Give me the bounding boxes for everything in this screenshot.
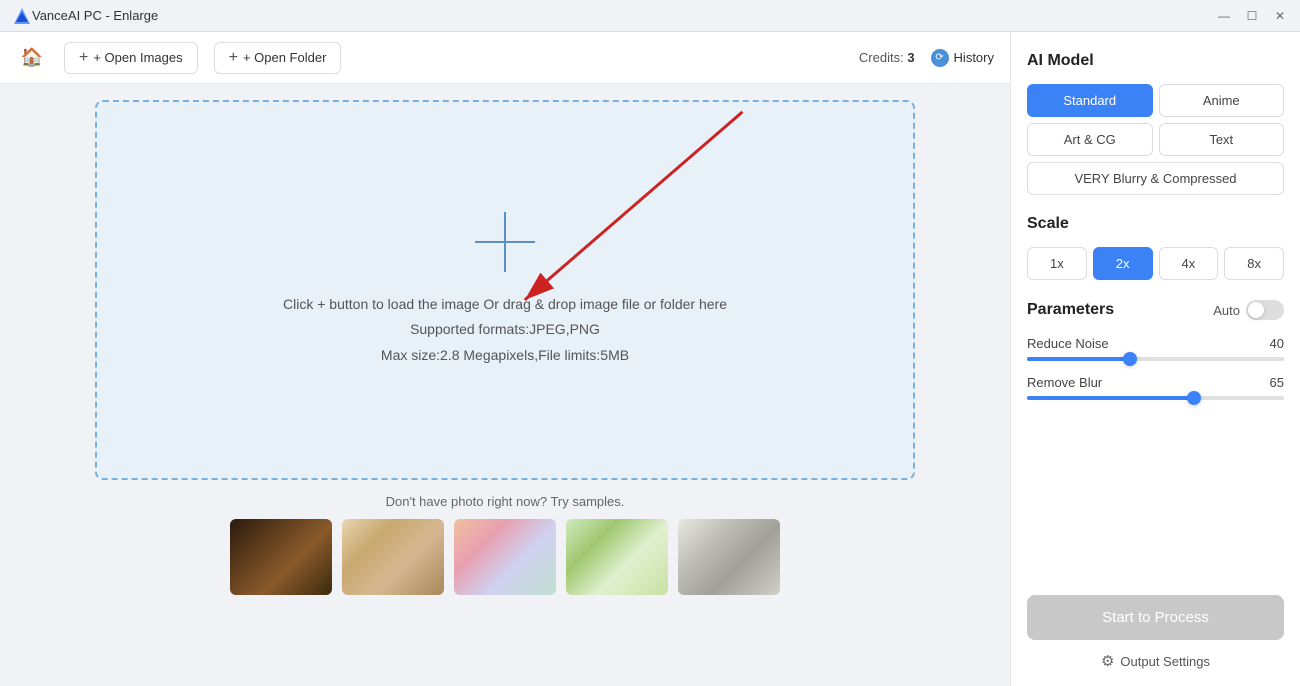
remove-blur-thumb[interactable]: [1187, 391, 1201, 405]
plus-icon: +: [79, 49, 88, 67]
scale-1x-button[interactable]: 1x: [1027, 247, 1087, 280]
scale-2x-button[interactable]: 2x: [1093, 247, 1153, 280]
sample-image-1[interactable]: [230, 519, 332, 595]
remove-blur-slider[interactable]: [1027, 396, 1284, 400]
app-logo: [12, 6, 32, 26]
scale-8x-button[interactable]: 8x: [1224, 247, 1284, 280]
ai-model-title: AI Model: [1027, 52, 1284, 70]
model-veryblurry-button[interactable]: VERY Blurry & Compressed: [1027, 162, 1284, 195]
credits-value: 3: [907, 50, 914, 65]
reduce-noise-label-row: Reduce Noise 40: [1027, 336, 1284, 351]
sample-image-3[interactable]: [454, 519, 556, 595]
credits-text: Credits: 3: [859, 50, 915, 65]
titlebar: VanceAI PC - Enlarge — ☐ ✕: [0, 0, 1300, 32]
params-header: Parameters Auto: [1027, 300, 1284, 320]
parameters-title: Parameters: [1027, 301, 1114, 319]
remove-blur-value: 65: [1270, 375, 1284, 390]
sample-image-2[interactable]: [342, 519, 444, 595]
scale-4x-button[interactable]: 4x: [1159, 247, 1219, 280]
plus-icon-folder: +: [229, 49, 238, 67]
samples-section: Don't have photo right now? Try samples.: [95, 494, 915, 595]
model-artcg-button[interactable]: Art & CG: [1027, 123, 1153, 156]
toolbar: 🏠 + + Open Images + + Open Folder Credit…: [0, 32, 1010, 84]
left-panel: 🏠 + + Open Images + + Open Folder Credit…: [0, 32, 1010, 686]
parameters-section: Parameters Auto Reduce Noise 40: [1027, 300, 1284, 414]
drop-crosshair: [475, 212, 535, 272]
scale-title: Scale: [1027, 215, 1284, 233]
reduce-noise-thumb[interactable]: [1123, 352, 1137, 366]
history-icon: ⟳: [931, 49, 949, 67]
reduce-noise-fill: [1027, 357, 1130, 361]
remove-blur-row: Remove Blur 65: [1027, 375, 1284, 400]
start-process-button[interactable]: Start to Process: [1027, 595, 1284, 640]
sample-image-4[interactable]: [566, 519, 668, 595]
minimize-button[interactable]: —: [1216, 8, 1232, 24]
reduce-noise-slider[interactable]: [1027, 357, 1284, 361]
model-standard-button[interactable]: Standard: [1027, 84, 1153, 117]
maximize-button[interactable]: ☐: [1244, 8, 1260, 24]
reduce-noise-row: Reduce Noise 40: [1027, 336, 1284, 361]
titlebar-title: VanceAI PC - Enlarge: [32, 8, 1216, 23]
home-button[interactable]: 🏠: [16, 42, 48, 74]
remove-blur-label: Remove Blur: [1027, 375, 1102, 390]
model-text-button[interactable]: Text: [1159, 123, 1285, 156]
model-anime-button[interactable]: Anime: [1159, 84, 1285, 117]
reduce-noise-label: Reduce Noise: [1027, 336, 1109, 351]
content-area: Click + button to load the image Or drag…: [0, 84, 1010, 686]
drop-zone[interactable]: Click + button to load the image Or drag…: [95, 100, 915, 480]
open-folder-button[interactable]: + + Open Folder: [214, 42, 342, 74]
scale-buttons: 1x 2x 4x 8x: [1027, 247, 1284, 280]
open-folder-label: + Open Folder: [243, 50, 326, 65]
auto-toggle: Auto: [1213, 300, 1284, 320]
window-controls: — ☐ ✕: [1216, 8, 1288, 24]
ai-model-grid: Standard Anime Art & CG Text VERY Blurry…: [1027, 84, 1284, 195]
history-label: History: [954, 50, 994, 65]
open-images-label: + Open Images: [93, 50, 182, 65]
output-settings-label: Output Settings: [1120, 654, 1210, 669]
drop-text: Click + button to load the image Or drag…: [283, 292, 727, 368]
toolbar-right: Credits: 3 ⟳ History: [859, 49, 994, 67]
remove-blur-fill: [1027, 396, 1194, 400]
gear-icon: ⚙: [1101, 652, 1114, 670]
output-settings-button[interactable]: ⚙ Output Settings: [1027, 652, 1284, 670]
auto-label: Auto: [1213, 303, 1240, 318]
right-panel: AI Model Standard Anime Art & CG Text VE…: [1010, 32, 1300, 686]
app-container: 🏠 + + Open Images + + Open Folder Credit…: [0, 32, 1300, 686]
scale-section: Scale 1x 2x 4x 8x: [1027, 215, 1284, 280]
close-button[interactable]: ✕: [1272, 8, 1288, 24]
arrow-overlay: [97, 102, 913, 478]
samples-label: Don't have photo right now? Try samples.: [95, 494, 915, 509]
samples-row: [95, 519, 915, 595]
spacer: [1027, 434, 1284, 595]
history-button[interactable]: ⟳ History: [931, 49, 994, 67]
sample-image-5[interactable]: [678, 519, 780, 595]
reduce-noise-value: 40: [1270, 336, 1284, 351]
remove-blur-label-row: Remove Blur 65: [1027, 375, 1284, 390]
auto-toggle-switch[interactable]: [1246, 300, 1284, 320]
open-images-button[interactable]: + + Open Images: [64, 42, 198, 74]
